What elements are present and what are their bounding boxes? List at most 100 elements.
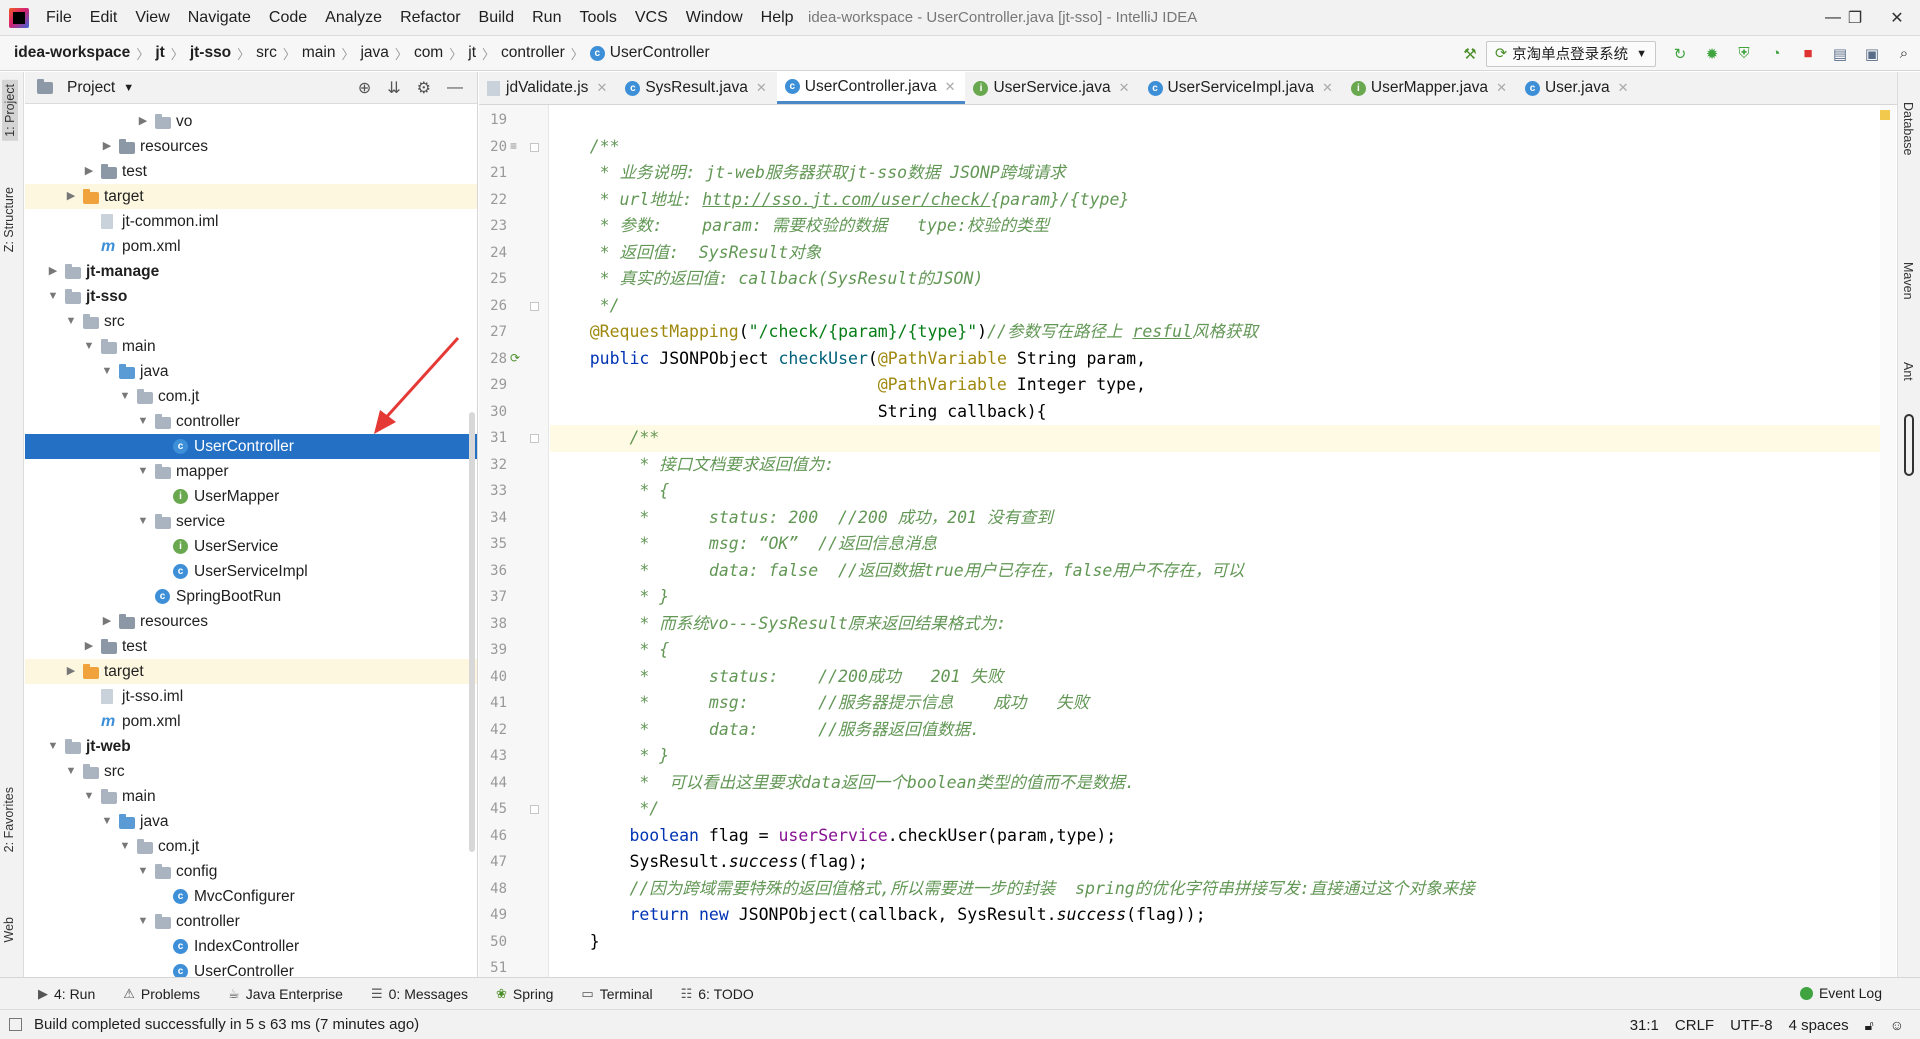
editor-tab[interactable]: jdValidate.js ✕ (479, 72, 617, 104)
warning-marker-icon[interactable] (1880, 110, 1890, 120)
code-line[interactable]: * 真实的返回值: callback(SysResult的JSON) (550, 266, 1880, 293)
fold-marker-icon[interactable] (530, 142, 539, 152)
code-line[interactable]: * 返回值: SysResult对象 (550, 240, 1880, 267)
tree-item[interactable]: ▼ src (25, 309, 477, 334)
code-line[interactable]: * 而系统vo---SysResult原来返回结果格式为: (550, 611, 1880, 638)
chevron-down-icon[interactable]: ▼ (83, 334, 95, 359)
chevron-right-icon[interactable]: ▶ (83, 634, 95, 659)
tree-item[interactable]: c UserServiceImpl (25, 559, 477, 584)
rerun-icon[interactable]: ↻ (1669, 43, 1691, 65)
tree-item[interactable]: ▼ com.jt (25, 834, 477, 859)
status-message[interactable]: Build completed successfully in 5 s 63 m… (34, 1016, 419, 1033)
doc-comment-icon[interactable]: ≡ (510, 139, 517, 153)
code-line[interactable]: * } (550, 743, 1880, 770)
tree-item[interactable]: i UserService (25, 534, 477, 559)
editor-tab[interactable]: c User.java ✕ (1517, 72, 1639, 104)
code-line[interactable]: * msg: //服务器提示信息 成功 失败 (550, 690, 1880, 717)
menu-view[interactable]: View (126, 9, 178, 27)
close-icon[interactable]: ✕ (1119, 80, 1130, 96)
tool-windows-toggle-icon[interactable] (9, 1018, 22, 1031)
close-icon[interactable]: ✕ (1322, 80, 1333, 96)
tree-item[interactable]: ▶ test (25, 159, 477, 184)
tree-item[interactable]: ▼ java (25, 359, 477, 384)
fold-marker-icon[interactable] (530, 434, 539, 443)
tree-item[interactable]: m pom.xml (25, 709, 477, 734)
spring-mapping-icon[interactable]: ⟳ (510, 351, 520, 365)
chevron-down-icon[interactable]: ▼ (65, 309, 77, 334)
tree-item[interactable]: c IndexController (25, 934, 477, 959)
line-separator[interactable]: CRLF (1675, 1017, 1714, 1034)
tree-item[interactable]: ▼ mapper (25, 459, 477, 484)
tool-tab-database[interactable]: Database (1901, 102, 1915, 156)
menu-run[interactable]: Run (523, 9, 570, 27)
tree-scrollbar[interactable] (469, 412, 475, 852)
code-line[interactable]: * data: //服务器返回值数据. (550, 717, 1880, 744)
inspector-icon[interactable]: ☺ (1890, 1017, 1904, 1033)
tree-item[interactable]: c UserController (25, 959, 477, 977)
chevron-right-icon[interactable]: ▶ (101, 134, 113, 159)
tree-item[interactable]: ▼ main (25, 334, 477, 359)
code-line[interactable]: */ (550, 293, 1880, 320)
chevron-right-icon[interactable]: ▶ (101, 609, 113, 634)
tree-item[interactable]: ▶ test (25, 634, 477, 659)
fold-marker-icon[interactable] (530, 301, 539, 311)
chevron-down-icon[interactable]: ▼ (119, 834, 131, 859)
code-line[interactable]: return new JSONPObject(callback, SysResu… (550, 902, 1880, 929)
chevron-right-icon[interactable]: ▶ (65, 184, 77, 209)
tree-item[interactable]: c UserController (25, 434, 477, 459)
caret-position[interactable]: 31:1 (1630, 1017, 1659, 1034)
tree-item[interactable]: ▼ controller (25, 409, 477, 434)
file-encoding[interactable]: UTF-8 (1730, 1017, 1773, 1034)
tree-item[interactable]: ▼ src (25, 759, 477, 784)
tool-tab-web[interactable]: Web (2, 917, 16, 942)
code-line[interactable]: * { (550, 637, 1880, 664)
breadcrumb-project[interactable]: idea-workspace (14, 44, 130, 62)
tree-item[interactable]: ▼ controller (25, 909, 477, 934)
code-editor[interactable]: /** * 业务说明: jt-web服务器获取jt-sso数据 JSONP跨域请求… (550, 105, 1880, 977)
menu-edit[interactable]: Edit (81, 9, 127, 27)
close-icon[interactable]: ✕ (596, 80, 607, 96)
menu-navigate[interactable]: Navigate (179, 9, 260, 27)
tree-item[interactable]: ▶ resources (25, 609, 477, 634)
code-line[interactable]: * { (550, 478, 1880, 505)
code-line[interactable]: * status: 200 //200 成功，201 没有查到 (550, 505, 1880, 532)
layout-icon[interactable]: ▣ (1861, 43, 1883, 65)
editor-scrollbar[interactable] (1880, 105, 1896, 977)
breadcrumb-controller[interactable]: controller (501, 44, 565, 62)
tree-item[interactable]: ▼ jt-web (25, 734, 477, 759)
indent-setting[interactable]: 4 spaces (1789, 1017, 1849, 1034)
build-hammer-icon[interactable]: ⚒ (1459, 43, 1481, 65)
code-line[interactable]: @RequestMapping("/check/{param}/{type}")… (550, 319, 1880, 346)
tool-java-enterprise[interactable]: ☕ Java Enterprise (228, 986, 343, 1002)
breadcrumb-com[interactable]: com (414, 44, 443, 62)
breadcrumb-main[interactable]: main (302, 44, 336, 62)
menu-refactor[interactable]: Refactor (391, 9, 469, 27)
code-line[interactable]: * msg: “OK” //返回信息消息 (550, 531, 1880, 558)
menu-help[interactable]: Help (752, 9, 803, 27)
tree-item[interactable]: jt-sso.iml (25, 684, 477, 709)
breadcrumb-jt-sso[interactable]: jt-sso (190, 44, 231, 62)
menu-code[interactable]: Code (260, 9, 316, 27)
locate-icon[interactable]: ⊕ (358, 78, 371, 98)
collapse-all-icon[interactable]: ⇊ (387, 78, 400, 98)
code-line[interactable]: boolean flag = userService.checkUser(par… (550, 823, 1880, 850)
tree-item[interactable]: ▼ main (25, 784, 477, 809)
tool-spring[interactable]: ❀ Spring (496, 986, 553, 1002)
scroll-handle-icon[interactable] (1904, 414, 1914, 476)
lock-icon[interactable]: 🔓︎ (1865, 1017, 1874, 1034)
tree-item[interactable]: ▼ jt-sso (25, 284, 477, 309)
tree-item[interactable]: jt-common.iml (25, 209, 477, 234)
code-line[interactable]: /** (550, 134, 1880, 161)
chevron-down-icon[interactable]: ▼ (101, 809, 113, 834)
chevron-right-icon[interactable]: ▶ (65, 659, 77, 684)
maximize-button[interactable]: ❐ (1832, 4, 1878, 32)
project-view-selector[interactable]: Project (67, 79, 115, 97)
menu-file[interactable]: File (37, 9, 81, 27)
chevron-down-icon[interactable]: ▼ (101, 359, 113, 384)
project-structure-icon[interactable]: ▤ (1829, 43, 1851, 65)
code-line[interactable] (550, 955, 1880, 977)
code-line[interactable]: */ (550, 796, 1880, 823)
close-button[interactable]: ✕ (1874, 4, 1920, 32)
editor-tab[interactable]: c SysResult.java ✕ (617, 72, 776, 104)
code-line[interactable]: * 参数: param: 需要校验的数据 type:校验的类型 (550, 213, 1880, 240)
